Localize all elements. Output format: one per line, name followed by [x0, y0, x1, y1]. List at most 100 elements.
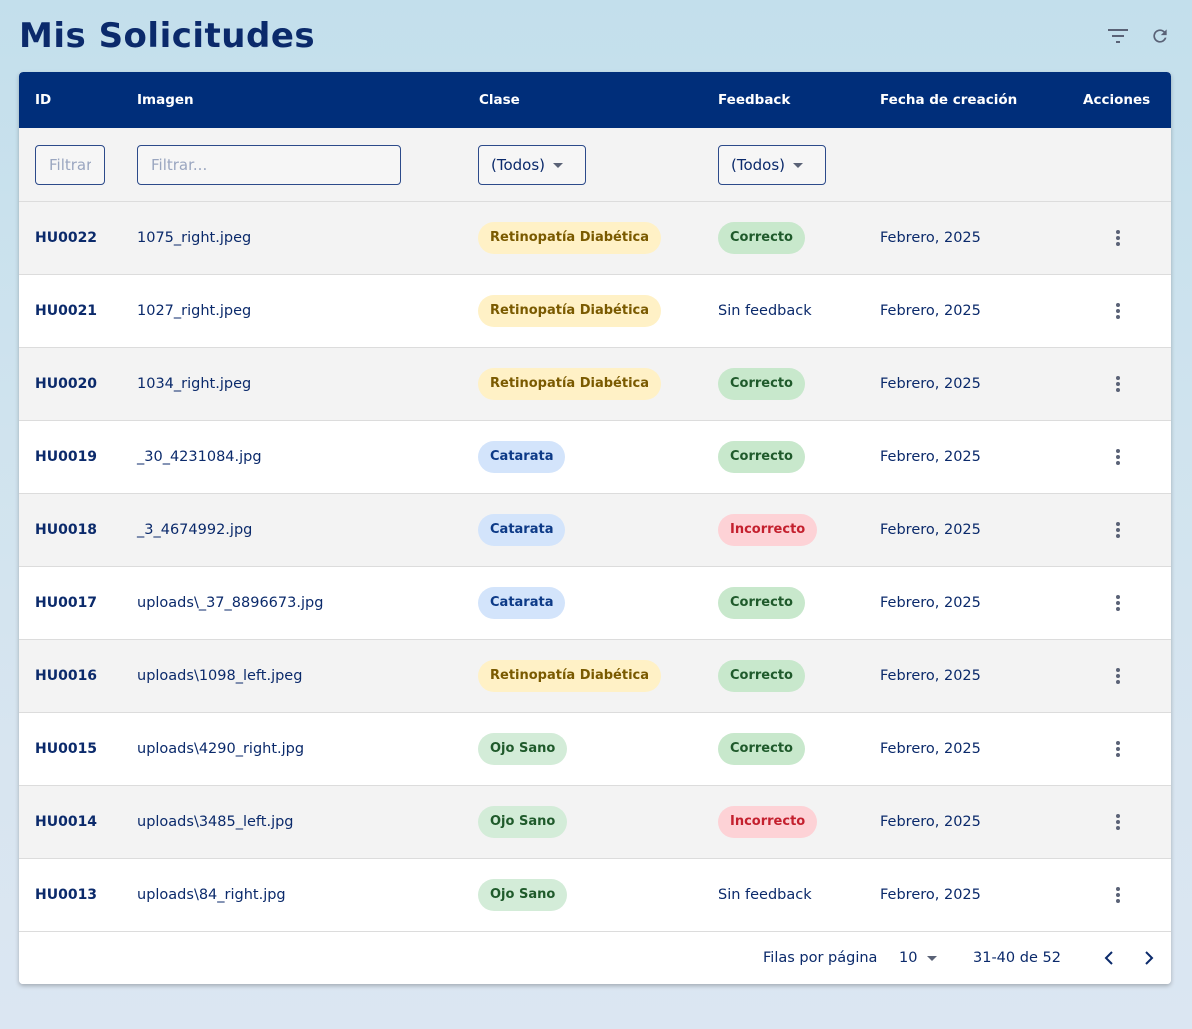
row-actions-button[interactable]: [1106, 883, 1130, 907]
rows-per-page-select[interactable]: 10: [899, 932, 938, 984]
feedback-cell: Correcto: [718, 421, 805, 493]
class-badge: Ojo Sano: [478, 733, 568, 765]
row-actions-button[interactable]: [1106, 737, 1130, 761]
column-header-feedback[interactable]: Feedback: [718, 72, 790, 128]
imagen-filter-input[interactable]: [137, 145, 401, 185]
feedback-filter-select[interactable]: (Todos): [718, 145, 826, 185]
next-page-button[interactable]: [1137, 946, 1161, 970]
class-cell: Catarata: [478, 567, 566, 639]
column-header-id[interactable]: ID: [35, 72, 51, 128]
class-cell: Retinopatía Diabética: [478, 275, 662, 347]
image-filename: 1075_right.jpeg: [137, 230, 252, 246]
feedback-badge: Correcto: [718, 441, 805, 473]
row-actions-button[interactable]: [1106, 299, 1130, 323]
previous-page-button[interactable]: [1097, 946, 1121, 970]
more-vertical-icon: [1116, 595, 1120, 611]
class-cell: Ojo Sano: [478, 859, 568, 931]
header-actions: [1106, 24, 1172, 48]
image-filename: uploads\84_right.jpg: [137, 887, 286, 903]
row-actions-button[interactable]: [1106, 810, 1130, 834]
dropdown-caret-icon: [793, 162, 804, 168]
feedback-cell: Incorrecto: [718, 494, 818, 566]
table-row[interactable]: HU0021 1027_right.jpeg Retinopatía Diabéti…: [19, 275, 1171, 348]
row-actions-button[interactable]: [1106, 518, 1130, 542]
row-actions-button[interactable]: [1106, 372, 1130, 396]
feedback-filter-value: (Todos): [731, 156, 786, 174]
actions-cell: [1106, 275, 1130, 347]
image-filename: uploads\1098_left.jpeg: [137, 668, 303, 684]
image-filename: uploads\3485_left.jpg: [137, 814, 294, 830]
pagination-range: 31-40 de 52: [973, 950, 1061, 966]
filter-button[interactable]: [1106, 24, 1130, 48]
chevron-right-icon: [1145, 951, 1154, 965]
row-actions-button[interactable]: [1106, 226, 1130, 250]
table-row[interactable]: HU0015 uploads\4290_right.jpg Ojo Sano Corr…: [19, 713, 1171, 786]
feedback-badge: Correcto: [718, 222, 805, 254]
request-id: HU0018: [35, 522, 98, 538]
chevron-left-icon: [1104, 951, 1113, 965]
feedback-cell: Sin feedback: [718, 859, 812, 931]
request-id: HU0016: [35, 668, 98, 684]
feedback-badge: Incorrecto: [718, 806, 818, 838]
feedback-cell: Correcto: [718, 567, 805, 639]
table-row[interactable]: HU0019 _30_4231084.jpg Catarata Correcto Feb…: [19, 421, 1171, 494]
class-cell: Ojo Sano: [478, 713, 568, 785]
clase-filter-select[interactable]: (Todos): [478, 145, 586, 185]
table-row[interactable]: HU0017 uploads\_37_8896673.jpg Catarata Cor…: [19, 567, 1171, 640]
feedback-badge: Correcto: [718, 733, 805, 765]
feedback-badge: Correcto: [718, 587, 805, 619]
created-date: Febrero, 2025: [880, 376, 981, 392]
filter-icon: [1108, 29, 1128, 43]
request-id: HU0022: [35, 230, 98, 246]
column-header-imagen[interactable]: Imagen: [137, 72, 194, 128]
feedback-text: Sin feedback: [718, 887, 812, 903]
dropdown-caret-icon: [927, 955, 938, 961]
clase-filter-value: (Todos): [491, 156, 546, 174]
row-actions-button[interactable]: [1106, 445, 1130, 469]
class-badge: Catarata: [478, 587, 566, 619]
filter-row: (Todos) (Todos): [19, 128, 1171, 202]
actions-cell: [1106, 421, 1130, 493]
column-header-fecha[interactable]: Fecha de creación: [880, 72, 1017, 128]
rows-per-page-label: Filas por página: [763, 950, 878, 966]
class-badge: Retinopatía Diabética: [478, 295, 662, 327]
table-row[interactable]: HU0016 uploads\1098_left.jpeg Retinopatía …: [19, 640, 1171, 713]
feedback-badge: Incorrecto: [718, 514, 818, 546]
more-vertical-icon: [1116, 887, 1120, 903]
class-badge: Retinopatía Diabética: [478, 222, 662, 254]
refresh-button[interactable]: [1148, 24, 1172, 48]
request-id: HU0015: [35, 741, 98, 757]
pagination-bar: Filas por página 10 31-40 de 52: [19, 932, 1171, 984]
id-filter-input[interactable]: [35, 145, 105, 185]
actions-cell: [1106, 640, 1130, 712]
row-actions-button[interactable]: [1106, 591, 1130, 615]
column-header-clase[interactable]: Clase: [479, 72, 520, 128]
created-date: Febrero, 2025: [880, 887, 981, 903]
actions-cell: [1106, 202, 1130, 274]
request-id: HU0019: [35, 449, 98, 465]
request-id: HU0014: [35, 814, 98, 830]
class-cell: Catarata: [478, 421, 566, 493]
table-row[interactable]: HU0014 uploads\3485_left.jpg Ojo Sano Incor…: [19, 786, 1171, 859]
table-row[interactable]: HU0018 _3_4674992.jpg Catarata Incorrecto Fe…: [19, 494, 1171, 567]
table-row[interactable]: HU0020 1034_right.jpeg Retinopatía Diabéti…: [19, 348, 1171, 421]
table-row[interactable]: HU0013 uploads\84_right.jpg Ojo Sano Sin fe…: [19, 859, 1171, 932]
column-header-acciones: Acciones: [1083, 92, 1151, 108]
feedback-badge: Correcto: [718, 660, 805, 692]
actions-cell: [1106, 494, 1130, 566]
class-badge: Retinopatía Diabética: [478, 660, 662, 692]
more-vertical-icon: [1116, 522, 1120, 538]
actions-cell: [1106, 348, 1130, 420]
feedback-cell: Correcto: [718, 713, 805, 785]
more-vertical-icon: [1116, 449, 1120, 465]
actions-cell: [1106, 786, 1130, 858]
table-header: ID Imagen Clase Feedback Fecha de creaci…: [19, 72, 1171, 128]
more-vertical-icon: [1116, 668, 1120, 684]
feedback-cell: Correcto: [718, 202, 805, 274]
table-row[interactable]: HU0022 1075_right.jpeg Retinopatía Diabéti…: [19, 202, 1171, 275]
refresh-icon: [1153, 29, 1167, 43]
created-date: Febrero, 2025: [880, 522, 981, 538]
row-actions-button[interactable]: [1106, 664, 1130, 688]
feedback-cell: Incorrecto: [718, 786, 818, 858]
created-date: Febrero, 2025: [880, 303, 981, 319]
